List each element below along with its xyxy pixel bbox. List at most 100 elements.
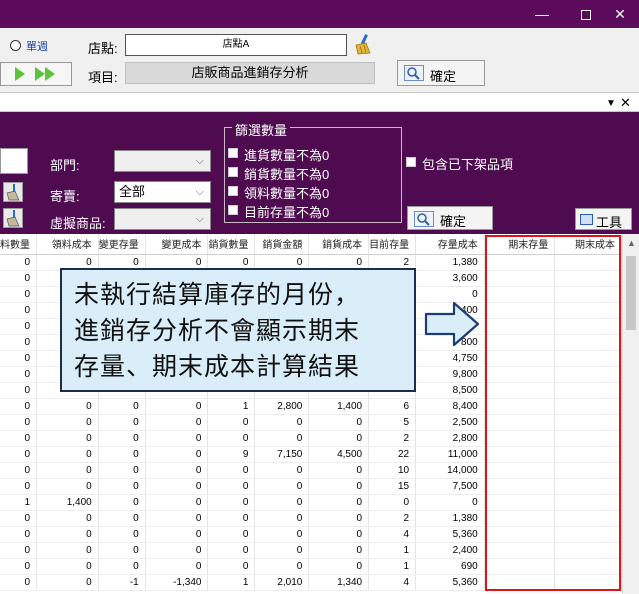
table-row[interactable]: 0 0 0 0 0 0 0 2 2,800: [0, 430, 622, 447]
table-row[interactable]: 0 0 0 0 0 0 0 1 2,400: [0, 542, 622, 559]
broom-icon-1[interactable]: [3, 182, 23, 202]
table-cell: 0: [98, 414, 146, 431]
table-cell: 1: [368, 542, 417, 559]
table-cell: [554, 558, 622, 575]
table-cell: 2,800: [415, 430, 485, 447]
vertical-scrollbar[interactable]: ▲: [622, 234, 639, 594]
consign-select[interactable]: 全部 ⌵: [114, 181, 211, 203]
chevron-down-icon: ⌵: [195, 155, 204, 167]
column-header[interactable]: 領料成本: [36, 234, 99, 255]
close-panel-icon[interactable]: ✕: [620, 95, 631, 111]
column-header[interactable]: 變更成本: [145, 234, 209, 255]
dropdown-icon[interactable]: ▼: [606, 98, 616, 109]
table-cell: 0: [0, 510, 37, 527]
table-cell: 7,500: [415, 478, 485, 495]
column-header[interactable]: 銷貨成本: [308, 234, 370, 255]
column-header[interactable]: 目前存量: [368, 234, 417, 255]
column-header[interactable]: 存量成本: [415, 234, 485, 255]
broom-icon-2[interactable]: [3, 208, 23, 228]
table-cell: 1: [0, 494, 37, 511]
table-cell: 1: [207, 574, 256, 591]
minimize-button[interactable]: —: [522, 0, 562, 28]
table-cell: 7,150: [254, 446, 310, 463]
table-cell: 1: [207, 398, 256, 415]
table-cell: 2: [368, 430, 417, 447]
table-cell: 0: [145, 414, 209, 431]
navigation-buttons: [0, 62, 72, 86]
table-cell: 0: [0, 302, 37, 319]
virtual-label: 虛擬商品:: [50, 216, 106, 231]
table-cell: 0: [308, 462, 370, 479]
table-cell: 0: [0, 254, 37, 271]
checkbox-purchase[interactable]: [228, 148, 238, 158]
broom-clear-icon[interactable]: [352, 33, 374, 55]
table-cell: [554, 574, 622, 591]
table-cell: [554, 382, 622, 399]
table-cell: 9,800: [415, 366, 485, 383]
table-cell: 11,000: [415, 446, 485, 463]
column-header[interactable]: 變更存量: [98, 234, 146, 255]
table-row[interactable]: 0 0 0 0 0 0 0 1 690: [0, 558, 622, 575]
store-field[interactable]: 店點A: [125, 34, 347, 56]
table-cell: 0: [308, 414, 370, 431]
fast-forward-icon-2[interactable]: [45, 67, 55, 81]
checkbox-purchase-label: 進貨數量不為0: [244, 148, 330, 163]
checkbox-material[interactable]: [228, 186, 238, 196]
table-cell: 1,400: [308, 398, 370, 415]
table-cell: 15: [368, 478, 417, 495]
tools-icon: [580, 214, 593, 225]
table-row[interactable]: 0 0 0 0 1 2,800 1,400 6 8,400: [0, 398, 622, 415]
dept-select[interactable]: ⌵: [114, 150, 211, 172]
filter-confirm-button[interactable]: 確定: [407, 206, 493, 230]
table-cell: 0: [36, 526, 99, 543]
confirm-button[interactable]: 確定: [397, 60, 485, 86]
table-cell: 0: [145, 494, 209, 511]
table-cell: 4: [368, 526, 417, 543]
table-cell: 0: [308, 494, 370, 511]
table-cell: 0: [145, 462, 209, 479]
table-cell: [554, 462, 622, 479]
table-row[interactable]: 0 0 0 0 0 0 0 10 14,000: [0, 462, 622, 479]
table-cell: 0: [207, 414, 256, 431]
item-label: 項目:: [88, 70, 118, 85]
table-cell: [554, 478, 622, 495]
table-cell: [554, 398, 622, 415]
week-radio[interactable]: [10, 40, 21, 51]
table-row[interactable]: 1 1,400 0 0 0 0 0 0 0: [0, 494, 622, 511]
next-icon[interactable]: [15, 67, 25, 81]
table-cell: 0: [0, 542, 37, 559]
column-header[interactable]: 銷貨金額: [254, 234, 310, 255]
table-row[interactable]: 0 0 0 0 9 7,150 4,500 22 11,000: [0, 446, 622, 463]
scroll-up-icon[interactable]: ▲: [627, 238, 636, 248]
checkbox-sales[interactable]: [228, 167, 238, 177]
table-row[interactable]: 0 0 -1 -1,340 1 2,010 1,340 4 5,360: [0, 574, 622, 591]
table-cell: 0: [98, 526, 146, 543]
table-row[interactable]: 0 0 0 0 0 0 0 5 2,500: [0, 414, 622, 431]
week-radio-label[interactable]: 單週: [26, 38, 48, 54]
item-field[interactable]: 店販商品進銷存分析: [125, 62, 375, 84]
tools-button[interactable]: 工具: [575, 208, 632, 230]
table-row[interactable]: 0 0 0 0 0 0 0 4 5,360: [0, 526, 622, 543]
table-cell: 0: [207, 526, 256, 543]
column-header[interactable]: 期末成本: [554, 234, 622, 255]
column-header[interactable]: 期末存量: [484, 234, 556, 255]
table-cell: 0: [36, 558, 99, 575]
right-arrow-icon: [424, 301, 480, 347]
checkbox-stock[interactable]: [228, 205, 238, 215]
table-row[interactable]: 0 0 0 0 0 0 0 15 7,500: [0, 478, 622, 495]
table-cell: 2,010: [254, 574, 310, 591]
virtual-select[interactable]: ⌵: [114, 208, 211, 230]
table-cell: [484, 510, 556, 527]
table-cell: 0: [98, 494, 146, 511]
column-header[interactable]: 銷貨數量: [207, 234, 256, 255]
fast-forward-icon[interactable]: [35, 67, 45, 81]
column-header[interactable]: 料數量: [0, 234, 37, 255]
scroll-thumb[interactable]: [626, 256, 636, 330]
table-cell: 14,000: [415, 462, 485, 479]
table-cell: 0: [0, 526, 37, 543]
filter-input-box[interactable]: [0, 148, 28, 174]
table-row[interactable]: 0 0 0 0 0 0 0 2 1,380: [0, 510, 622, 527]
table-cell: 4: [368, 574, 417, 591]
checkbox-include-removed[interactable]: [406, 157, 416, 167]
close-window-button[interactable]: ✕: [600, 0, 639, 28]
